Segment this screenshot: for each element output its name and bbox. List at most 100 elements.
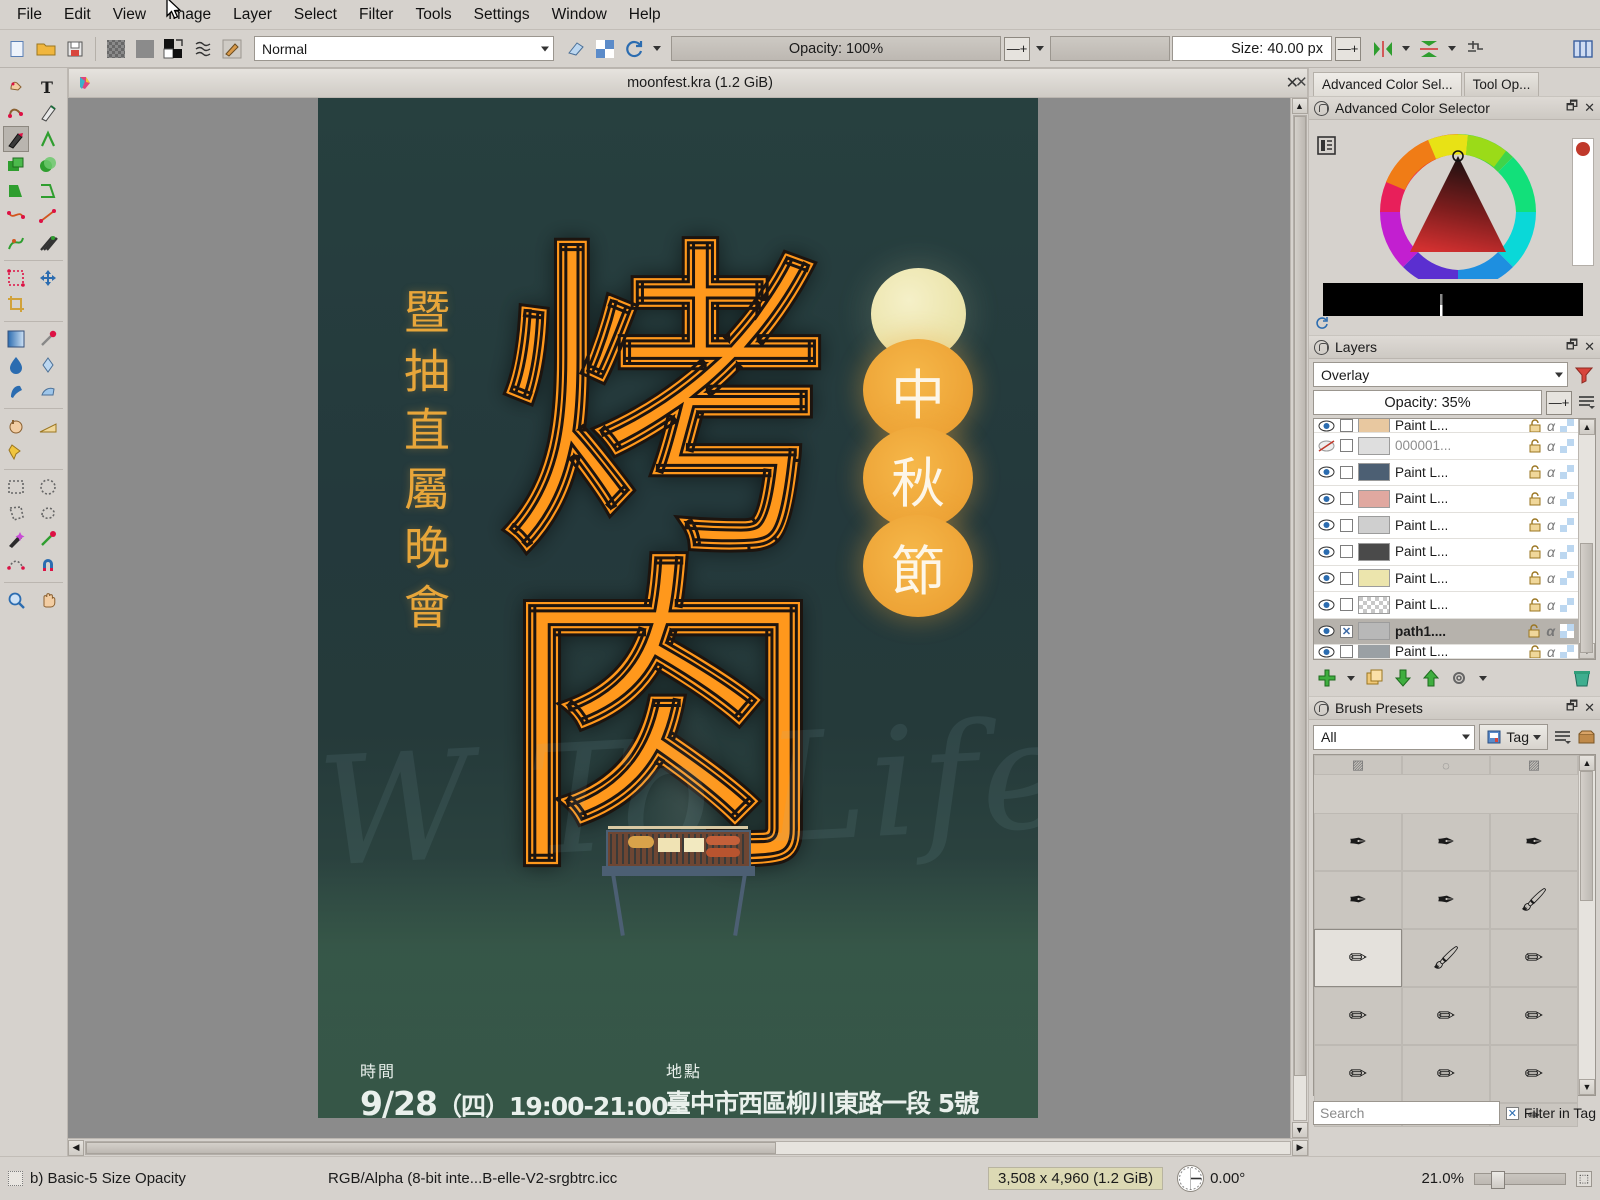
zoom-reset-button[interactable]: ⬚ xyxy=(1576,1170,1592,1187)
color-wheel[interactable] xyxy=(1343,124,1573,290)
lock-icon[interactable] xyxy=(1314,339,1329,355)
add-layer-button[interactable] xyxy=(1315,666,1339,690)
tool-gradient[interactable] xyxy=(3,326,29,352)
alpha-icon[interactable]: α xyxy=(1547,464,1555,480)
tool-rect-select[interactable] xyxy=(3,474,29,500)
table-row-selected[interactable]: ✕ path1.... α xyxy=(1314,618,1578,645)
eraser-icon[interactable] xyxy=(563,36,589,62)
mirror-horizontal-dropdown[interactable] xyxy=(1399,37,1413,61)
alpha-lock-checkbox[interactable] xyxy=(1340,598,1353,612)
alpha-icon[interactable]: α xyxy=(1546,623,1555,639)
preset-ink-fineliner[interactable]: ✒ xyxy=(1314,871,1402,929)
tool-multibrush[interactable] xyxy=(35,230,61,256)
alpha-icon[interactable]: α xyxy=(1547,645,1555,658)
lock-icon[interactable] xyxy=(1528,571,1542,585)
tool-edit-shapes[interactable] xyxy=(3,100,29,126)
visibility-icon[interactable] xyxy=(1318,624,1335,638)
value-bar-2[interactable] xyxy=(1323,294,1583,305)
tool-freehand-brush[interactable] xyxy=(3,126,29,152)
preset-ink-ballpen[interactable]: ✒ xyxy=(1402,871,1490,929)
opacity-stepper[interactable]: —+ xyxy=(1004,36,1030,61)
alpha-lock-checkbox[interactable]: ✕ xyxy=(1340,624,1353,638)
mirror-vertical-dropdown[interactable] xyxy=(1445,37,1459,61)
menu-view[interactable]: View xyxy=(102,2,157,28)
lock-icon[interactable] xyxy=(1528,439,1542,453)
lock-icon[interactable] xyxy=(1528,598,1542,612)
lock-icon[interactable] xyxy=(1528,419,1542,433)
preset-marker-yellow[interactable]: ✏ xyxy=(1490,1045,1578,1103)
search-input[interactable]: Search xyxy=(1313,1101,1500,1125)
layer-name[interactable]: Paint L... xyxy=(1395,645,1523,658)
layer-name[interactable]: Paint L... xyxy=(1395,571,1523,586)
color-history-strip[interactable] xyxy=(1572,138,1594,266)
preset-pencil-grey[interactable]: ✏ xyxy=(1402,1045,1490,1103)
size-slider-left[interactable] xyxy=(1050,36,1170,61)
reload-preset-icon[interactable] xyxy=(621,36,647,62)
preset-pencil-tan[interactable]: ✏ xyxy=(1314,1045,1402,1103)
undo-icon[interactable] xyxy=(103,36,129,62)
scroll-left-icon[interactable]: ◀ xyxy=(68,1139,84,1156)
brush-presets-scrollbar[interactable]: ▲ ▼ xyxy=(1578,755,1595,1095)
visibility-icon[interactable] xyxy=(1318,645,1335,659)
move-layer-up-button[interactable] xyxy=(1419,666,1443,690)
tag-button[interactable]: Tag xyxy=(1479,724,1548,750)
preset-chalk[interactable]: ▨ xyxy=(1314,755,1402,775)
add-layer-dropdown[interactable] xyxy=(1343,670,1359,686)
scroll-up-icon[interactable]: ▲ xyxy=(1579,755,1595,771)
lock-icon[interactable] xyxy=(1314,100,1329,116)
visibility-icon[interactable] xyxy=(1318,598,1335,612)
preset-bristles[interactable]: ◌ xyxy=(1402,755,1490,775)
lock-icon[interactable] xyxy=(1528,645,1542,659)
menu-help[interactable]: Help xyxy=(618,2,672,28)
table-row[interactable]: Paint L... α xyxy=(1314,513,1578,539)
move-layer-down-button[interactable] xyxy=(1391,666,1415,690)
color-selector-settings-icon[interactable] xyxy=(1317,136,1336,158)
canvas-horizontal-scrollbar[interactable]: ◀ ▶ xyxy=(68,1138,1308,1156)
layer-properties-button[interactable] xyxy=(1447,666,1471,690)
value-bar-1[interactable] xyxy=(1323,283,1583,294)
close-icon[interactable]: ✕ xyxy=(1584,339,1595,355)
alpha-lock-checkbox[interactable] xyxy=(1340,545,1353,559)
menu-layer[interactable]: Layer xyxy=(222,2,283,28)
alpha-icon[interactable]: α xyxy=(1547,419,1555,432)
tool-crop[interactable] xyxy=(3,291,29,317)
tool-text[interactable]: T xyxy=(35,74,61,100)
table-row[interactable]: Paint L... α xyxy=(1314,460,1578,486)
preset-pencil-2h[interactable]: ✏ xyxy=(1402,987,1490,1045)
tool-transform[interactable] xyxy=(3,265,29,291)
menu-select[interactable]: Select xyxy=(283,2,348,28)
alpha-lock-checkbox[interactable] xyxy=(1340,492,1353,506)
opacity-dropdown[interactable] xyxy=(1033,37,1047,61)
brush-scroll-thumb[interactable] xyxy=(1580,771,1593,901)
alpha-lock-checkbox[interactable] xyxy=(1340,518,1353,532)
alpha-icon[interactable]: α xyxy=(1547,597,1555,613)
zoom-slider-knob[interactable] xyxy=(1491,1170,1505,1189)
tool-polyline[interactable] xyxy=(35,178,61,204)
tool-pan[interactable] xyxy=(35,587,61,613)
visibility-icon[interactable] xyxy=(1318,545,1335,559)
tool-similar-select[interactable] xyxy=(35,526,61,552)
refresh-icon[interactable] xyxy=(1315,316,1329,333)
layer-name[interactable]: Paint L... xyxy=(1395,597,1523,612)
visibility-icon[interactable] xyxy=(1318,465,1335,479)
tool-shape-select[interactable] xyxy=(3,74,29,100)
gradient-list-icon[interactable] xyxy=(190,36,216,62)
filter-in-tag-control[interactable]: ✕ Filter in Tag xyxy=(1505,1105,1596,1121)
visibility-icon[interactable] xyxy=(1318,492,1335,506)
brush-list-view-icon[interactable] xyxy=(1552,727,1572,747)
menu-settings[interactable]: Settings xyxy=(463,2,541,28)
table-row[interactable]: 000001... α xyxy=(1314,433,1578,460)
inherit-alpha-icon[interactable] xyxy=(1560,624,1574,639)
filter-layers-icon[interactable] xyxy=(1572,366,1596,384)
redo-icon[interactable] xyxy=(132,36,158,62)
visibility-icon[interactable] xyxy=(1318,518,1335,532)
preset-ink-tilt[interactable]: ✒ xyxy=(1490,813,1578,871)
alpha-lock-checkbox[interactable] xyxy=(1340,571,1353,585)
table-row[interactable]: Paint L... α xyxy=(1314,539,1578,566)
tool-zoom[interactable] xyxy=(3,587,29,613)
alpha-icon[interactable]: α xyxy=(1547,517,1555,533)
tool-dynamic-brush[interactable] xyxy=(3,230,29,256)
tool-calligraphy[interactable] xyxy=(35,100,61,126)
size-slider[interactable]: Size: 40.00 px xyxy=(1172,36,1332,61)
scroll-down-icon[interactable]: ▼ xyxy=(1579,1079,1595,1095)
